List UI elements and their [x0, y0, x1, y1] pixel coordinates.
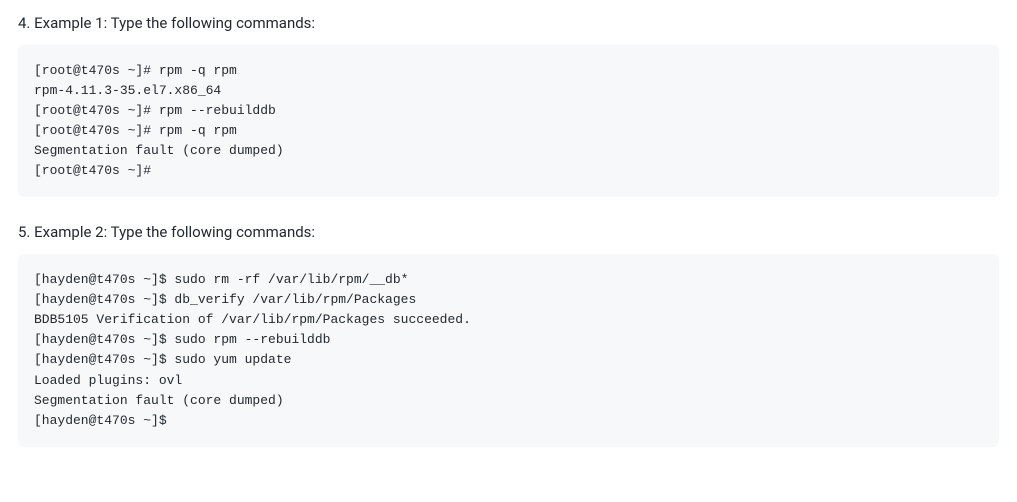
step-number: 5.: [18, 223, 30, 241]
step-4: 4. Example 1: Type the following command…: [18, 12, 999, 35]
code-block-1: [root@t470s ~]# rpm -q rpm rpm-4.11.3-35…: [18, 45, 999, 198]
step-number: 4.: [18, 14, 30, 32]
step-text: Example 1: Type the following commands:: [34, 14, 315, 32]
step-text: Example 2: Type the following commands:: [34, 223, 315, 241]
code-block-2: [hayden@t470s ~]$ sudo rm -rf /var/lib/r…: [18, 254, 999, 447]
step-5: 5. Example 2: Type the following command…: [18, 221, 999, 244]
